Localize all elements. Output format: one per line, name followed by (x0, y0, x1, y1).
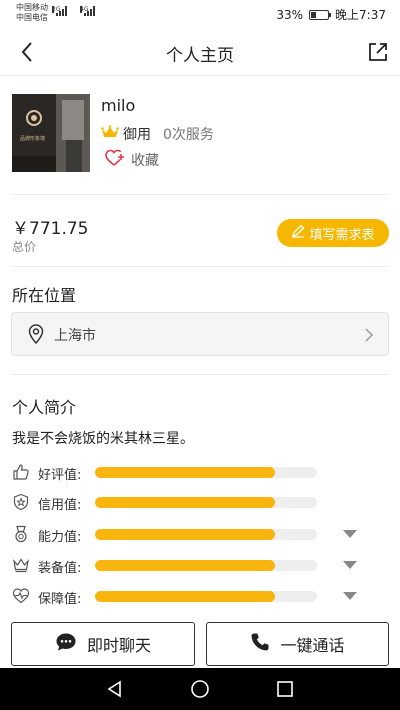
carrier-2: 中国电信 (16, 13, 48, 22)
rank-label: 御用 (123, 127, 151, 143)
crown-icon (101, 125, 119, 143)
system-nav-bar (0, 668, 400, 710)
nav-home-icon[interactable] (190, 679, 210, 699)
service-count: 0次服务 (163, 127, 214, 143)
stat-row-credit: 信用值: (12, 492, 362, 513)
call-button[interactable]: 一键通话 (206, 622, 389, 666)
medal-icon (12, 525, 30, 543)
carrier-1: 中国移动 (16, 3, 48, 12)
signal-icon: 4G (80, 6, 95, 16)
stat-label: 保障值: (38, 592, 82, 607)
stat-label: 好评值: (38, 468, 82, 483)
rank-row: 御用 0次服务 (101, 124, 214, 144)
location-pin-icon (28, 324, 44, 348)
status-right: 33% 晚上7:37 (276, 6, 386, 23)
stat-bar (95, 497, 317, 508)
stat-label: 能力值: (38, 530, 82, 545)
stat-row-guarantee: 保障值: (12, 586, 362, 607)
location-selector[interactable]: 上海市 (11, 312, 389, 356)
divider (12, 374, 388, 375)
status-bar: 中国移动 中国电信 2G 4G 33% 晚上7:37 (0, 0, 400, 28)
stat-row-equipment: 装备值: (12, 555, 362, 576)
stat-bar (95, 529, 317, 540)
heart-add-icon (105, 149, 125, 171)
page-title: 个人主页 (166, 46, 234, 66)
stat-bar-fill (95, 529, 275, 540)
app-header: 个人主页 (0, 28, 400, 76)
stat-bar-fill (95, 467, 275, 478)
divider (12, 194, 388, 195)
divider (12, 266, 388, 267)
signal-tag: 4G (80, 6, 89, 13)
pencil-icon (291, 224, 305, 242)
chat-label: 即时聊天 (86, 636, 151, 655)
location-title: 所在位置 (12, 286, 77, 305)
thumbs-up-icon (12, 463, 30, 481)
signal-icon: 2G (52, 6, 67, 16)
crown-outline-icon (12, 556, 30, 574)
stat-bar (95, 467, 317, 478)
stat-bar (95, 591, 317, 602)
location-city: 上海市 (54, 328, 96, 344)
total-price-label: 总价 (12, 240, 37, 254)
nav-recents-icon[interactable] (275, 679, 295, 699)
phone-icon (250, 632, 270, 656)
heart-pulse-icon (12, 587, 30, 605)
stat-row-ability: 能力值: (12, 524, 362, 545)
favorite-label: 收藏 (131, 153, 159, 169)
shield-star-icon (12, 493, 30, 511)
chat-button[interactable]: 即时聊天 (11, 622, 195, 666)
stat-label: 装备值: (38, 561, 82, 576)
stat-bar-fill (95, 591, 275, 602)
avatar[interactable]: 品牌形象墙 (12, 94, 90, 172)
fill-requirement-label: 填写需求表 (309, 227, 375, 243)
signal-tag: 2G (52, 6, 61, 13)
stat-bar-fill (95, 497, 275, 508)
carrier-info: 中国移动 中国电信 (16, 3, 48, 23)
battery-icon (309, 9, 332, 20)
share-icon[interactable] (366, 40, 390, 64)
intro-text: 我是不会烧饭的米其林三星。 (12, 431, 194, 447)
stat-bar (95, 560, 317, 571)
stat-label: 信用值: (38, 498, 82, 513)
clock: 晚上7:37 (335, 8, 386, 22)
fill-requirement-button[interactable]: 填写需求表 (277, 219, 389, 247)
stat-bar-fill (95, 560, 275, 571)
avatar-caption: 品牌形象墙 (20, 135, 45, 142)
username: milo (101, 96, 136, 115)
favorite-button[interactable]: 收藏 (105, 149, 159, 171)
nav-back-icon[interactable] (105, 679, 125, 699)
chevron-right-icon (364, 327, 374, 347)
chat-bubble-icon (55, 632, 77, 656)
call-label: 一键通话 (280, 636, 345, 655)
battery-percent: 33% (276, 7, 304, 22)
profile-card: 品牌形象墙 milo 御用 0次服务 收藏 (12, 94, 388, 174)
stat-row-rating: 好评值: (12, 462, 362, 483)
caret-down-icon[interactable] (343, 592, 357, 600)
caret-down-icon[interactable] (343, 530, 357, 538)
intro-title: 个人简介 (12, 398, 77, 417)
total-price: ￥771.75 (12, 219, 89, 239)
caret-down-icon[interactable] (343, 561, 357, 569)
